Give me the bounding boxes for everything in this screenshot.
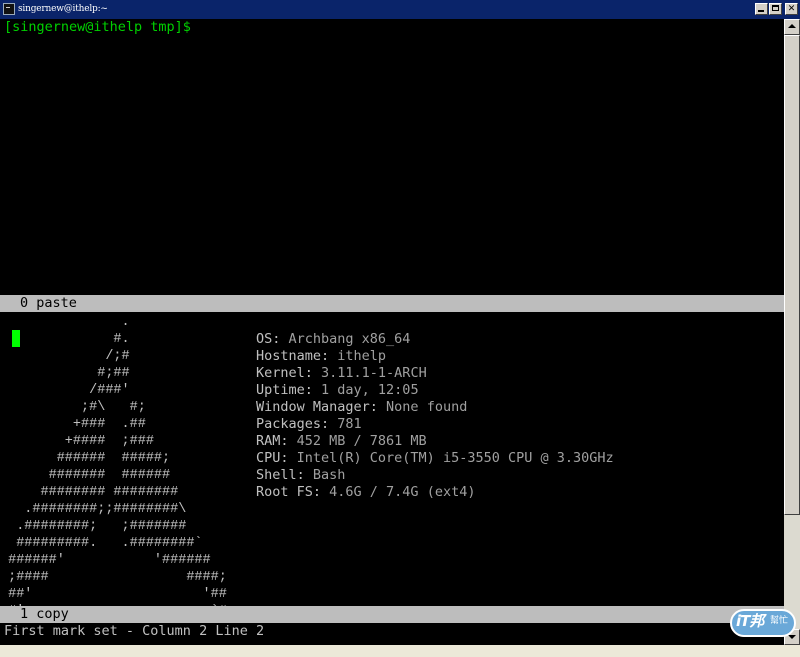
distro-ascii-logo: . #. /;# #;## /###' ;#\ #; +### .## +###…	[0, 314, 227, 620]
ascii-line: ######' '######	[0, 553, 211, 568]
ascii-line: ;#\ #;	[0, 400, 146, 415]
info-value: Archbang x86_64	[280, 331, 411, 347]
logo-subtext: 幫忙	[770, 616, 789, 626]
info-row-root-fs: Root FS: 4.6G / 7.4G (ext4)	[256, 484, 614, 501]
info-value: 4.6G / 7.4G (ext4)	[321, 484, 476, 500]
info-value: 452 MB / 7861 MB	[288, 433, 427, 449]
minimize-button[interactable]	[755, 3, 768, 15]
ascii-line: +### .##	[0, 417, 146, 432]
ascii-line: .	[0, 315, 130, 330]
logo-text: iT邦	[736, 612, 764, 630]
info-value: Bash	[304, 467, 346, 483]
info-key: RAM:	[256, 433, 289, 449]
ithelp-watermark-logo: iT邦 幫忙	[728, 607, 798, 641]
ascii-line: #.	[0, 332, 130, 347]
status-message: First mark set - Column 2 Line 2	[4, 623, 265, 639]
info-key: OS:	[256, 331, 281, 347]
info-row-uptime: Uptime: 1 day, 12:05	[256, 382, 614, 399]
ascii-line: ######## ########	[0, 485, 179, 500]
info-key: Shell:	[256, 467, 305, 483]
ascii-line: +#### ;###	[0, 434, 154, 449]
window-label-paste: 0 paste	[20, 295, 77, 311]
ascii-line: .########; ;#######	[0, 519, 187, 534]
info-key: Window Manager:	[256, 399, 378, 415]
terminal-icon	[3, 3, 15, 15]
text-cursor	[12, 330, 20, 347]
ascii-line: ###### #####;	[0, 451, 171, 466]
ascii-line: ;#### ####;	[0, 570, 227, 585]
info-key: Hostname:	[256, 348, 330, 364]
terminal-area[interactable]: [singernew@ithelp tmp]$ 0 paste . #. /;#…	[0, 19, 784, 645]
info-key: Uptime:	[256, 382, 313, 398]
ascii-line: ####### ######	[0, 468, 171, 483]
screen-window-bar-copy: 1 copy	[0, 606, 784, 623]
ascii-line: /;#	[0, 349, 130, 364]
screen-window-bar-paste: 0 paste	[0, 295, 784, 312]
info-key: Root FS:	[256, 484, 322, 500]
info-key: Packages:	[256, 416, 330, 432]
info-row-os: OS: Archbang x86_64	[256, 331, 614, 348]
info-value: Intel(R) Core(TM) i5-3550 CPU @ 3.30GHz	[288, 450, 614, 466]
window-label-copy: 1 copy	[20, 606, 69, 622]
ascii-line: .########;;########\	[0, 502, 187, 517]
info-value: None found	[377, 399, 468, 415]
ascii-line: ##' '##	[0, 587, 227, 602]
info-row-kernel: Kernel: 3.11.1-1-ARCH	[256, 365, 614, 382]
info-row-ram: RAM: 452 MB / 7861 MB	[256, 433, 614, 450]
info-value: 1 day, 12:05	[312, 382, 419, 398]
shell-prompt: [singernew@ithelp tmp]$	[4, 19, 191, 35]
system-info: OS: Archbang x86_64 Hostname: ithelp Ker…	[256, 331, 614, 501]
window-titlebar[interactable]: singernew@ithelp:~	[0, 0, 800, 19]
info-key: Kernel:	[256, 365, 313, 381]
info-row-packages: Packages: 781	[256, 416, 614, 433]
info-row-hostname: Hostname: ithelp	[256, 348, 614, 365]
close-button[interactable]	[785, 3, 798, 15]
scroll-up-arrow-icon[interactable]	[784, 19, 800, 35]
info-row-window-manager: Window Manager: None found	[256, 399, 614, 416]
info-value: ithelp	[329, 348, 387, 364]
ascii-line: /###'	[0, 383, 130, 398]
ascii-line: #;##	[0, 366, 130, 381]
maximize-button[interactable]	[769, 3, 782, 15]
scrollbar-thumb[interactable]	[784, 35, 800, 515]
info-row-cpu: CPU: Intel(R) Core(TM) i5-3550 CPU @ 3.3…	[256, 450, 614, 467]
info-value: 3.11.1-1-ARCH	[312, 365, 427, 381]
ascii-line: #########. .########`	[0, 536, 203, 551]
info-key: CPU:	[256, 450, 289, 466]
window-title: singernew@ithelp:~	[18, 4, 108, 14]
info-value: 781	[329, 416, 362, 432]
vertical-scrollbar[interactable]	[784, 19, 800, 645]
info-row-shell: Shell: Bash	[256, 467, 614, 484]
